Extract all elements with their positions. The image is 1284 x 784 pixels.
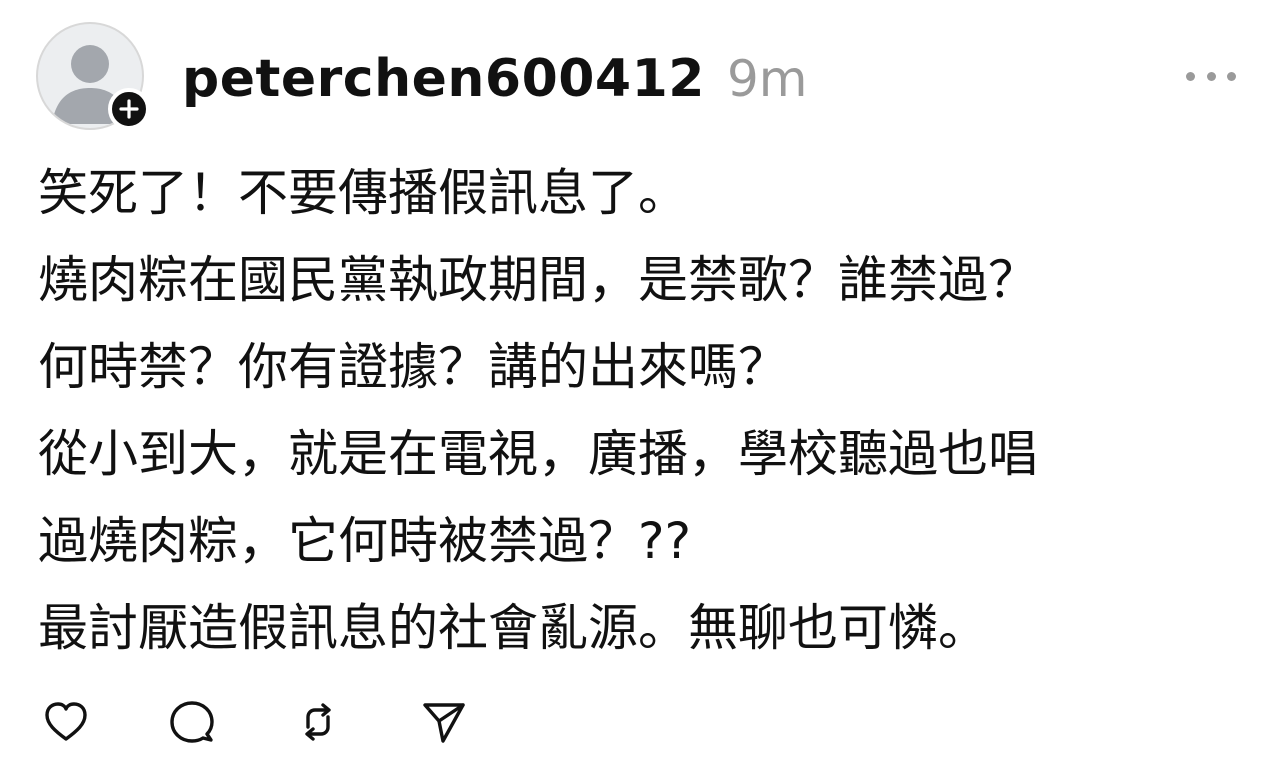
more-options-button[interactable] [1186, 64, 1236, 88]
like-button[interactable] [38, 694, 94, 750]
plus-icon [119, 99, 139, 119]
avatar[interactable] [36, 22, 150, 130]
username[interactable]: peterchen600412 [182, 49, 705, 109]
comment-icon [170, 701, 214, 743]
more-horizontal-icon [1206, 71, 1216, 81]
repost-icon [305, 703, 331, 741]
post-line: 燒肉粽在國民黨執政期間，是禁歌？誰禁過？ [38, 251, 1038, 309]
repost-button[interactable] [290, 694, 346, 750]
post-line: 笑死了！不要傳播假訊息了。 [38, 164, 688, 222]
send-icon [423, 703, 465, 743]
heart-icon [45, 702, 87, 741]
post-line: 過燒肉粽，它何時被禁過？?? [38, 512, 692, 570]
more-horizontal-icon [1186, 71, 1195, 81]
post-actions [38, 692, 542, 752]
more-horizontal-icon [1227, 71, 1236, 81]
timestamp: 9m [726, 50, 808, 108]
post-text: 笑死了！不要傳播假訊息了。 燒肉粽在國民黨執政期間，是禁歌？誰禁過？ 何時禁？你… [38, 150, 1258, 672]
post-line: 從小到大，就是在電視，廣播，學校聽過也唱 [38, 425, 1038, 483]
share-button[interactable] [416, 694, 472, 750]
post-header: peterchen600412 9m [182, 44, 808, 114]
comment-button[interactable] [164, 694, 220, 750]
follow-button[interactable] [108, 88, 150, 130]
post-line: 何時禁？你有證據？講的出來嗎？ [38, 338, 788, 396]
post-line: 最討厭造假訊息的社會亂源。無聊也可憐。 [38, 599, 988, 657]
